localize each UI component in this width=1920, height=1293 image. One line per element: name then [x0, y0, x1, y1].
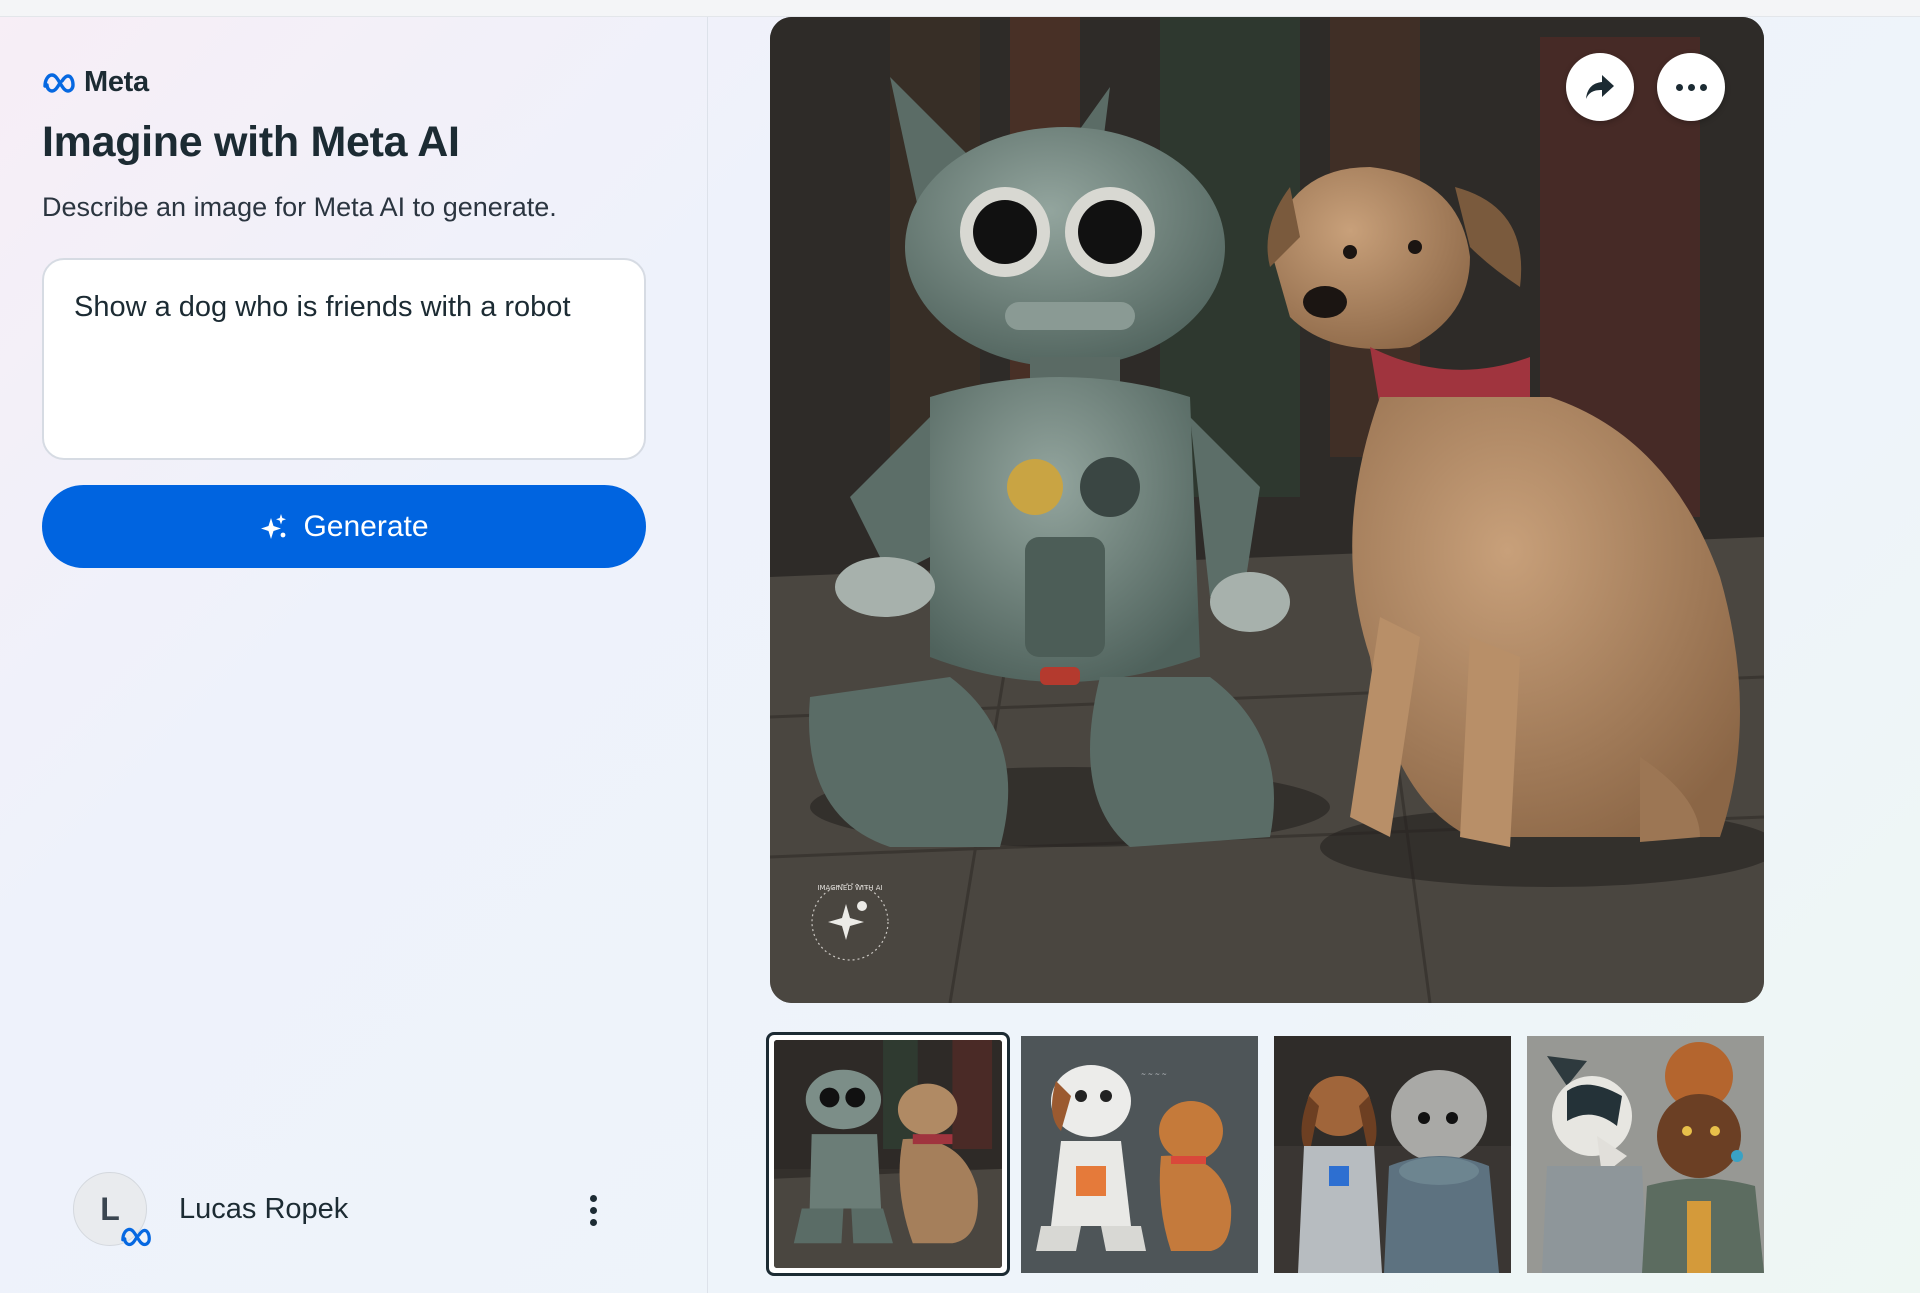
- more-options-button[interactable]: [1657, 53, 1725, 121]
- thumbnail-2[interactable]: ~ ~ ~ ~: [1021, 1036, 1258, 1273]
- share-arrow-icon: [1586, 75, 1614, 99]
- page-title: Imagine with Meta AI: [42, 118, 460, 166]
- thumbnail-2-image: ~ ~ ~ ~: [1021, 1036, 1258, 1273]
- avatar-initial: L: [100, 1190, 120, 1227]
- avatar[interactable]: L: [73, 1172, 151, 1247]
- generate-button[interactable]: Generate: [42, 485, 646, 568]
- user-name: Lucas Ropek: [179, 1192, 349, 1225]
- user-profile[interactable]: L Lucas Ropek: [73, 1170, 613, 1248]
- meta-logo[interactable]: Meta: [42, 66, 149, 98]
- generate-label: Generate: [303, 509, 429, 543]
- watermark-badge: IMAGINED WITH AI: [811, 883, 889, 961]
- browser-top-strip: [0, 0, 1920, 17]
- thumbnail-3-image: [1274, 1036, 1511, 1273]
- prompt-input[interactable]: Show a dog who is friends with a robot: [42, 258, 646, 460]
- generated-image-art: [770, 17, 1764, 1003]
- meta-infinity-icon: [121, 1227, 151, 1247]
- thumbnail-3[interactable]: [1274, 1036, 1511, 1273]
- kebab-menu-icon[interactable]: [575, 1190, 611, 1230]
- svg-text:~ ~ ~ ~: ~ ~ ~ ~: [1141, 1071, 1167, 1078]
- sparkle-icon: [261, 513, 287, 539]
- brand-name: Meta: [84, 65, 149, 98]
- share-button[interactable]: [1566, 53, 1634, 121]
- thumbnail-4-image: [1527, 1036, 1764, 1273]
- page-subtitle: Describe an image for Meta AI to generat…: [42, 192, 557, 222]
- watermark-text: IMAGINED WITH AI: [817, 884, 882, 892]
- thumbnail-1[interactable]: [766, 1032, 1010, 1276]
- thumbnail-1-image: [774, 1040, 1002, 1268]
- more-horizontal-icon: [1675, 83, 1707, 91]
- thumbnail-strip: ~ ~ ~ ~: [766, 1032, 1766, 1276]
- meta-infinity-icon: [43, 73, 75, 93]
- thumbnail-4[interactable]: [1527, 1036, 1764, 1273]
- prompt-text: Show a dog who is friends with a robot: [74, 291, 571, 323]
- generated-image-main[interactable]: [770, 17, 1764, 1003]
